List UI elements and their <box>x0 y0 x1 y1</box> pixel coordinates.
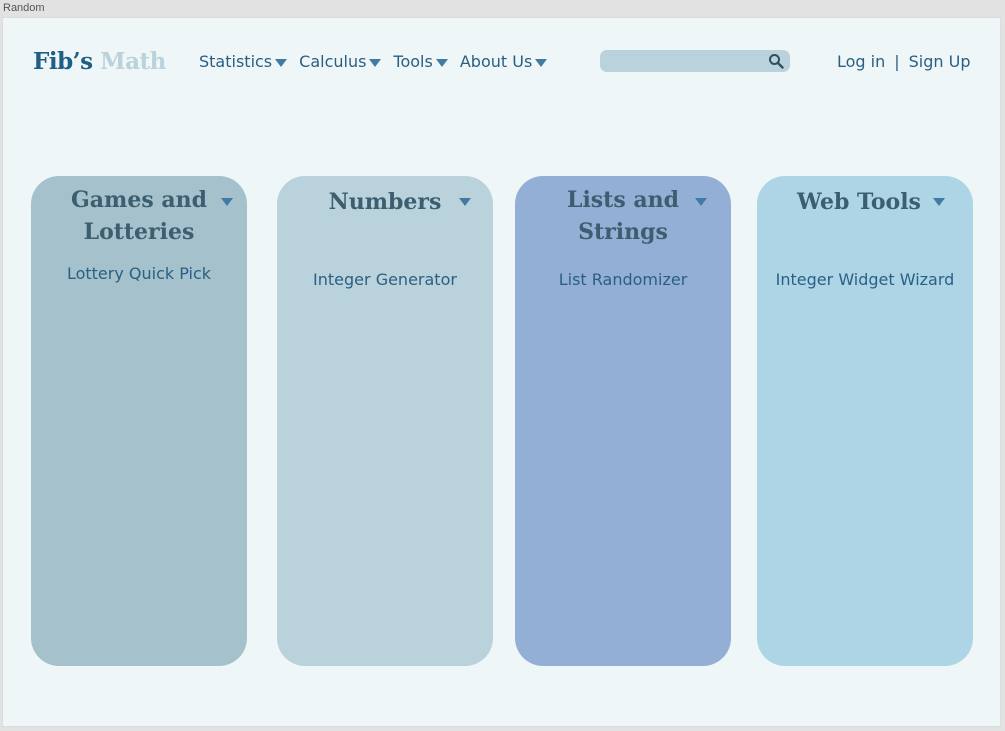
site-logo[interactable]: Fib’s Math <box>33 48 166 75</box>
page: Fib’s Math Statistics Calculus Tools Abo… <box>2 17 1001 727</box>
dropdown-arrow-icon[interactable] <box>459 198 471 206</box>
dropdown-arrow-icon <box>275 59 288 67</box>
card-title-line1: Games and <box>71 187 207 213</box>
card-numbers: Numbers Integer Generator <box>277 176 493 666</box>
auth-links: Log in | Sign Up <box>837 52 971 71</box>
nav-about-us[interactable]: About Us <box>459 52 548 71</box>
search-input[interactable] <box>600 50 776 72</box>
card-link-list-randomizer[interactable]: List Randomizer <box>515 270 731 289</box>
card-web-tools: Web Tools Integer Widget Wizard <box>757 176 973 666</box>
nav-calculus[interactable]: Calculus <box>299 52 382 71</box>
dropdown-arrow-icon <box>369 59 382 67</box>
card-title-line2: Strings <box>578 219 668 245</box>
nav-statistics-label: Statistics <box>199 52 273 71</box>
dropdown-arrow-icon <box>535 59 548 67</box>
nav-tools-label: Tools <box>393 52 433 71</box>
card-games-and-lotteries: Games and Lotteries Lottery Quick Pick <box>31 176 247 666</box>
card-title-line2: Lotteries <box>83 219 195 245</box>
nav-about-us-label: About Us <box>459 52 533 71</box>
nav-tools[interactable]: Tools <box>393 52 448 71</box>
dropdown-arrow-icon[interactable] <box>933 198 945 206</box>
card-title: Lists and Strings <box>515 184 731 248</box>
nav-statistics[interactable]: Statistics <box>199 52 288 71</box>
window-title: Random <box>3 2 45 14</box>
dropdown-arrow-icon[interactable] <box>695 198 707 206</box>
card-link-integer-generator[interactable]: Integer Generator <box>277 270 493 289</box>
card-title: Games and Lotteries <box>31 184 247 248</box>
card-lists-and-strings: Lists and Strings List Randomizer <box>515 176 731 666</box>
login-link[interactable]: Log in <box>837 52 885 71</box>
dropdown-arrow-icon <box>435 59 448 67</box>
logo-fib: Fib’s <box>33 48 93 75</box>
search-icon[interactable] <box>768 53 784 69</box>
auth-separator: | <box>894 52 900 71</box>
main-nav: Statistics Calculus Tools About Us <box>199 52 559 71</box>
dropdown-arrow-icon[interactable] <box>221 198 233 206</box>
logo-math: Math <box>100 48 166 75</box>
card-link-integer-widget-wizard[interactable]: Integer Widget Wizard <box>757 270 973 289</box>
search-bar <box>600 50 790 72</box>
nav-calculus-label: Calculus <box>299 52 367 71</box>
card-link-lottery-quick-pick[interactable]: Lottery Quick Pick <box>31 264 247 283</box>
signup-link[interactable]: Sign Up <box>909 52 971 71</box>
